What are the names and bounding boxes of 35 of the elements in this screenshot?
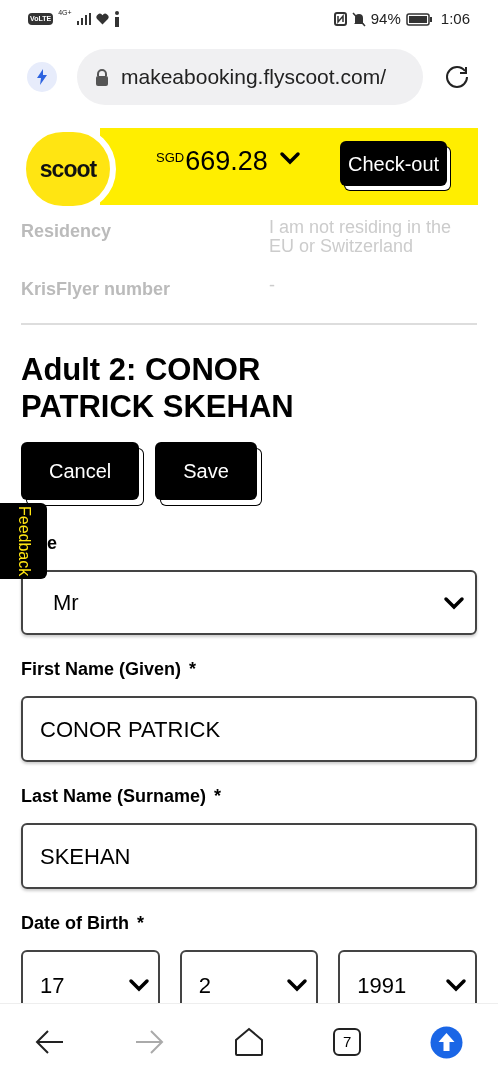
chevron-down-icon [443,595,465,610]
required-mark: * [137,912,144,935]
lightning-icon[interactable] [27,62,57,92]
chevron-down-icon [278,151,301,165]
info-icon [113,11,120,27]
home-icon[interactable] [232,1027,265,1057]
chevron-down-icon [127,978,150,992]
field-label: e [47,532,57,555]
address-bar[interactable]: makeabooking.flyscoot.com/ [77,49,423,105]
lock-icon [95,68,109,86]
field-label: First Name (Given) [21,658,182,681]
field-label: Date of Birth [21,912,129,935]
heart-icon [95,13,109,25]
signal-icon [76,13,91,25]
required-mark: * [189,658,197,681]
text-field[interactable]: CONOR PATRICK [21,696,477,762]
chevron-down-icon [445,978,467,992]
clock-time: 1:06 [440,8,470,29]
muted-bell-icon [351,11,366,27]
feedback-tab[interactable]: Feedback [0,503,47,579]
nfc-icon [333,12,347,26]
reload-icon[interactable] [443,63,471,91]
tabs-count-button[interactable]: 7 [333,1028,362,1056]
battery-percent: 94% [370,8,401,29]
summary-value: - [269,276,276,297]
upload-icon[interactable] [430,1025,463,1059]
summary-label: Residency [21,220,113,243]
back-icon[interactable] [35,1029,65,1055]
summary-label: KrisFlyer number [21,278,172,301]
battery-icon [405,12,433,26]
text-field[interactable]: SKEHAN [21,823,477,889]
chevron-down-icon [286,978,309,992]
field-label: Last Name (Surname) [21,785,207,808]
required-mark: * [214,785,222,808]
passenger-heading: Adult 2: CONOR PATRICK SKEHAN [21,351,295,425]
